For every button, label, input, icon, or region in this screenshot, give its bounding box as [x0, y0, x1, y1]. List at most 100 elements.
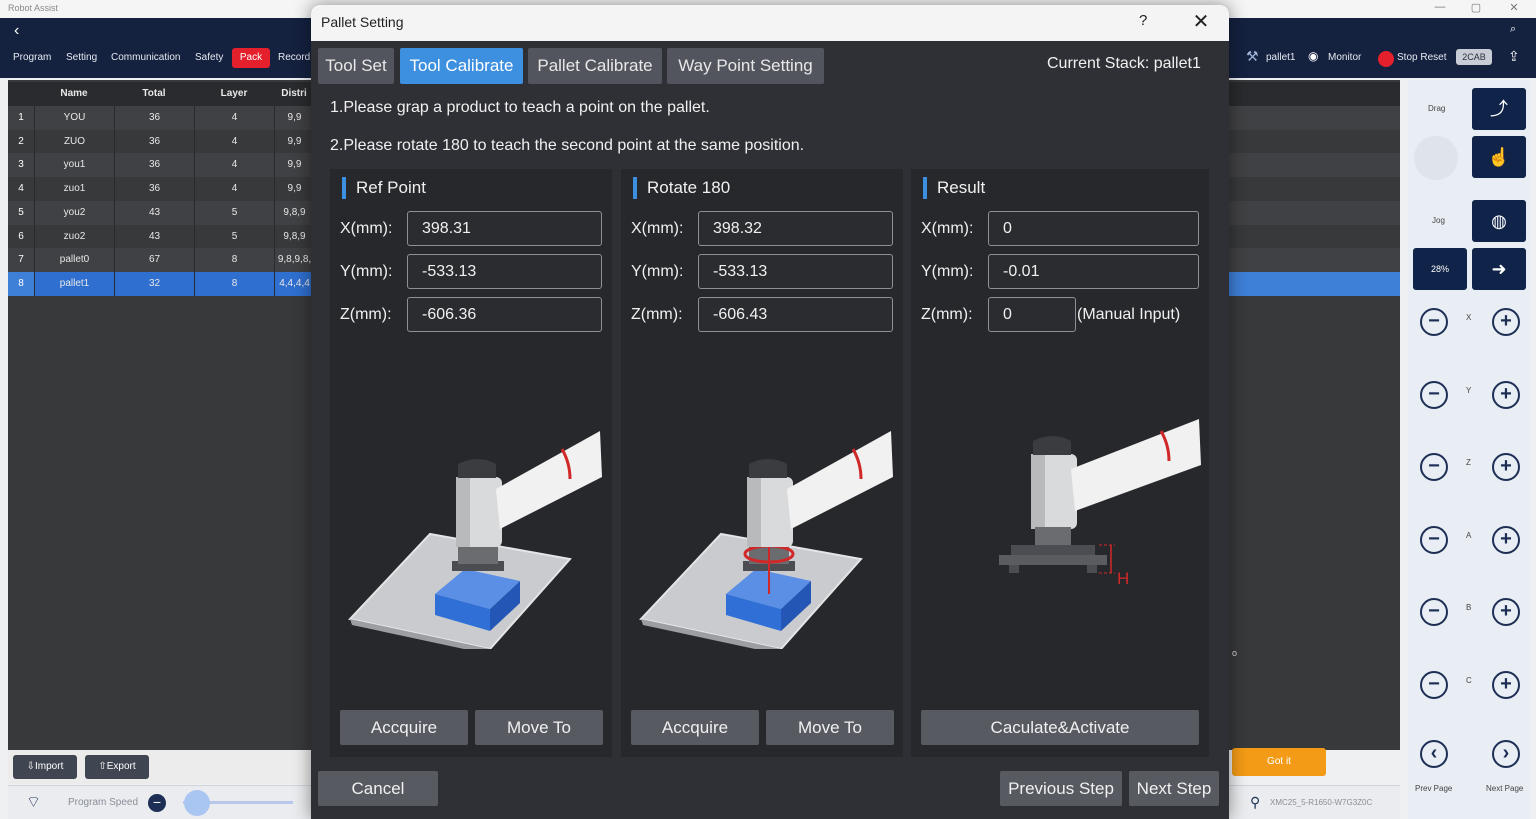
- current-pallet-label[interactable]: pallet1: [1266, 52, 1295, 63]
- export-button[interactable]: ⇧Export: [85, 755, 149, 779]
- export-icon[interactable]: ⇪: [1508, 48, 1520, 65]
- menu-pack[interactable]: Pack: [232, 48, 270, 68]
- tab-tool-calibrate[interactable]: Tool Calibrate: [400, 48, 523, 84]
- rot-y-input[interactable]: -533.13: [698, 254, 893, 289]
- jog-label: Jog: [1432, 216, 1445, 225]
- result-y-input[interactable]: -0.01: [988, 254, 1199, 289]
- ref-point-panel: Ref Point X(mm): 398.31 Y(mm): -533.13 Z…: [330, 169, 612, 757]
- menu-safety[interactable]: Safety: [195, 52, 223, 63]
- close-icon[interactable]: ✕: [1189, 9, 1213, 34]
- got-it-button[interactable]: Got it: [1232, 748, 1326, 776]
- jog-minus-b-icon[interactable]: −: [1420, 598, 1448, 626]
- row-total: 36: [114, 177, 194, 202]
- axis-label-y: Y: [1466, 385, 1472, 395]
- ref-point-illustration: [348, 431, 602, 649]
- row-layer: 8: [194, 271, 274, 296]
- stop-reset-button[interactable]: Stop Reset: [1397, 52, 1446, 63]
- jog-minus-c-icon[interactable]: −: [1420, 670, 1448, 699]
- speed-slider-handle[interactable]: [184, 790, 210, 816]
- cancel-button[interactable]: Cancel: [318, 771, 438, 806]
- menu-communication[interactable]: Communication: [111, 52, 180, 63]
- manual-input-note: (Manual Input): [1077, 306, 1181, 323]
- row-name: pallet0: [34, 248, 114, 273]
- window-close-button[interactable]: ✕: [1504, 1, 1524, 14]
- result-panel: Result X(mm): 0 Y(mm): -0.01 Z(mm): 0 (M…: [911, 169, 1209, 757]
- rot-z-input[interactable]: -606.43: [698, 297, 893, 332]
- jog-plus-x-icon[interactable]: +: [1492, 308, 1520, 336]
- program-speed-label: Program Speed: [68, 797, 139, 808]
- menu-record[interactable]: Record: [278, 52, 310, 63]
- rot-acquire-button[interactable]: Accquire: [631, 710, 759, 745]
- row-total: 67: [114, 248, 194, 273]
- jog-plus-a-icon[interactable]: +: [1492, 525, 1520, 554]
- row-distribution: 9,8,9: [274, 200, 314, 225]
- speed-decrease-button[interactable]: −: [148, 794, 166, 812]
- rot-x-input[interactable]: 398.32: [698, 211, 893, 246]
- back-icon[interactable]: ‹: [14, 22, 19, 40]
- result-x-input[interactable]: 0: [988, 211, 1199, 246]
- tab-pallet-calibrate[interactable]: Pallet Calibrate: [528, 48, 662, 84]
- col-distribution: Distri: [281, 88, 307, 99]
- import-button[interactable]: ⇩Import: [13, 755, 77, 779]
- result-y-label: Y(mm):: [921, 263, 974, 280]
- jog-minus-a-icon[interactable]: −: [1420, 525, 1448, 554]
- row-distribution: 4,4,4,4: [274, 271, 314, 296]
- menu-setting[interactable]: Setting: [66, 52, 97, 63]
- col-name: Name: [60, 88, 88, 99]
- window-title: Robot Assist: [8, 3, 59, 13]
- jog-minus-x-icon[interactable]: −: [1420, 308, 1448, 336]
- ref-y-input[interactable]: -533.13: [407, 254, 602, 289]
- search-icon[interactable]: ⌕: [1510, 23, 1516, 36]
- row-layer: 5: [194, 200, 274, 225]
- coordinate-system-button[interactable]: ◍: [1472, 200, 1526, 242]
- jog-plus-y-icon[interactable]: +: [1492, 380, 1520, 409]
- monitor-button[interactable]: Monitor: [1328, 52, 1361, 63]
- drag-toggle[interactable]: [1414, 136, 1458, 180]
- tab-tool-set[interactable]: Tool Set: [318, 48, 394, 84]
- prev-page-icon[interactable]: ‹: [1420, 740, 1448, 768]
- previous-step-button[interactable]: Previous Step: [1000, 771, 1122, 806]
- ref-z-input[interactable]: -606.36: [407, 297, 602, 332]
- jog-minus-y-icon[interactable]: −: [1420, 380, 1448, 409]
- row-index: 2: [18, 135, 24, 147]
- jog-plus-b-icon[interactable]: +: [1492, 598, 1520, 626]
- result-x-label: X(mm):: [921, 220, 974, 237]
- rot-z-label: Z(mm):: [631, 306, 683, 323]
- rotate-180-illustration: [639, 431, 893, 649]
- result-z-input[interactable]: 0: [988, 297, 1076, 332]
- row-total: 43: [114, 200, 194, 225]
- jog-minus-z-icon[interactable]: −: [1420, 453, 1448, 481]
- menu-program[interactable]: Program: [13, 52, 51, 63]
- minimize-button[interactable]: —: [1430, 1, 1450, 13]
- step-mode-button[interactable]: ➜: [1472, 248, 1526, 290]
- help-icon[interactable]: ?: [1139, 12, 1147, 29]
- next-page-icon[interactable]: ›: [1492, 740, 1520, 768]
- row-distribution: 9,9: [274, 106, 314, 130]
- rot-move-to-button[interactable]: Move To: [766, 710, 894, 745]
- tab-way-point-setting[interactable]: Way Point Setting: [667, 48, 824, 84]
- jog-plus-c-icon[interactable]: +: [1492, 670, 1520, 699]
- ref-x-input[interactable]: 398.31: [407, 211, 602, 246]
- ref-acquire-button[interactable]: Accquire: [340, 710, 468, 745]
- import-icon: ⇩: [26, 761, 36, 772]
- rotate-180-title: Rotate 180: [633, 177, 730, 199]
- drag-arm-button[interactable]: ⤴: [1472, 88, 1526, 130]
- device-id: XMC25_5-R1650-W7G3Z0C: [1270, 798, 1373, 807]
- jog-speed-button[interactable]: 28%: [1413, 248, 1467, 290]
- maximize-button[interactable]: ▢: [1466, 1, 1486, 14]
- stop-icon: [1378, 51, 1394, 67]
- hand-drag-button[interactable]: ☝: [1472, 136, 1526, 178]
- row-layer: 4: [194, 153, 274, 178]
- next-step-button[interactable]: Next Step: [1129, 771, 1219, 806]
- jog-plus-z-icon[interactable]: +: [1492, 453, 1520, 481]
- calculate-activate-button[interactable]: Caculate&Activate: [921, 710, 1199, 745]
- drag-label: Drag: [1428, 104, 1446, 113]
- axis-label-x: X: [1466, 313, 1472, 322]
- row-distribution: 9,8,9,8,: [274, 248, 314, 273]
- row-name: YOU: [34, 106, 114, 130]
- row-layer: 8: [194, 248, 274, 273]
- row-name: you2: [34, 200, 114, 225]
- row-total: 43: [114, 224, 194, 249]
- row-name: ZUO: [34, 129, 114, 154]
- ref-move-to-button[interactable]: Move To: [475, 710, 603, 745]
